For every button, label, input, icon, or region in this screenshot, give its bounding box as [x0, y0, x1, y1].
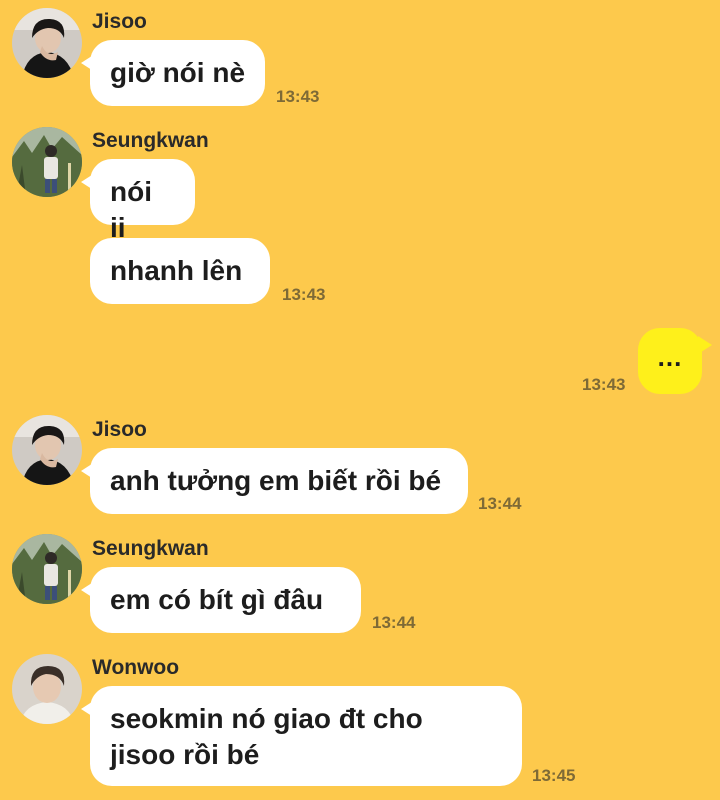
profile-photo-dark: [12, 415, 82, 485]
message-text-line: jisoo rồi bé: [110, 739, 260, 770]
avatar-jisoo[interactable]: [12, 415, 82, 485]
message-text: nói ii: [110, 176, 152, 243]
message-text-line: seokmin nó giao đt cho: [110, 703, 423, 734]
message-text: ...: [657, 342, 683, 372]
message-bubble[interactable]: anh tưởng em biết rồi bé: [81, 448, 468, 514]
avatar-seungkwan[interactable]: [12, 534, 82, 604]
profile-photo-outdoor: [12, 534, 82, 604]
message-text: giờ nói nè: [110, 57, 246, 88]
profile-photo-dark: [12, 8, 82, 78]
sender-name: Wonwoo: [92, 656, 180, 679]
message-bubble[interactable]: nhanh lên: [90, 238, 270, 304]
sender-name: Jisoo: [92, 418, 147, 441]
message-time: 13:43: [276, 87, 320, 106]
message-bubble[interactable]: seokmin nó giao đt cho jisoo rồi bé: [81, 686, 522, 786]
message-text: anh tưởng em biết rồi bé: [110, 465, 442, 496]
avatar-wonwoo[interactable]: [12, 654, 82, 724]
message-bubble[interactable]: giờ nói nè: [81, 40, 265, 106]
message-text: em có bít gì đâu: [110, 584, 324, 615]
profile-photo-light: [12, 654, 82, 724]
sender-name: Jisoo: [92, 10, 147, 33]
outgoing-message-bubble[interactable]: ...: [638, 328, 712, 394]
message-bubble[interactable]: nói ii: [81, 159, 195, 243]
profile-photo-outdoor: [12, 127, 82, 197]
sender-name: Seungkwan: [92, 129, 209, 152]
sender-name: Seungkwan: [92, 537, 209, 560]
message-time: 13:44: [372, 613, 416, 632]
avatar-seungkwan[interactable]: [12, 127, 82, 197]
message-bubble[interactable]: em có bít gì đâu: [81, 567, 361, 633]
message-time: 13:45: [532, 766, 576, 785]
message-time: 13:44: [478, 494, 522, 513]
message-time: 13:43: [582, 375, 626, 394]
message-time: 13:43: [282, 285, 326, 304]
avatar-jisoo[interactable]: [12, 8, 82, 78]
message-text: nhanh lên: [110, 255, 243, 286]
